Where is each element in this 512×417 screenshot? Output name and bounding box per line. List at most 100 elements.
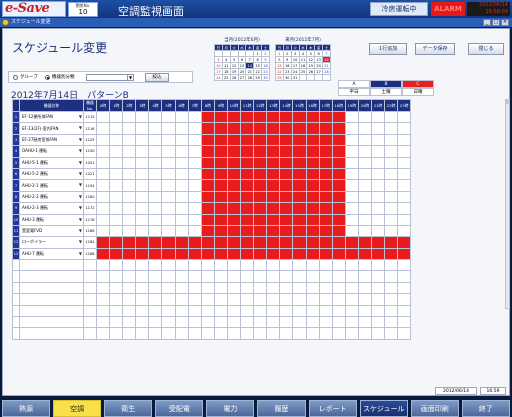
schedule-cell[interactable] (266, 213, 281, 226)
schedule-cell[interactable] (292, 133, 307, 147)
schedule-cell[interactable] (226, 110, 242, 124)
schedule-cell[interactable] (174, 179, 189, 192)
schedule-cell[interactable] (384, 133, 399, 147)
schedule-cell[interactable] (135, 179, 150, 192)
schedule-cell[interactable] (109, 133, 124, 147)
schedule-cell[interactable] (174, 156, 189, 169)
schedule-cell[interactable] (200, 224, 215, 238)
schedule-cell[interactable] (135, 122, 150, 135)
schedule-cell[interactable] (397, 156, 412, 169)
schedule-cell[interactable] (253, 224, 268, 238)
schedule-cell[interactable] (226, 236, 242, 249)
schedule-cell[interactable] (187, 110, 202, 124)
calendar-day[interactable]: 28 (245, 74, 255, 81)
schedule-cell[interactable] (109, 156, 124, 169)
schedule-cell[interactable] (95, 213, 111, 226)
schedule-cell[interactable] (344, 110, 359, 124)
schedule-cell[interactable] (305, 247, 320, 261)
schedule-cell[interactable] (370, 145, 386, 158)
schedule-cell[interactable] (370, 202, 386, 215)
schedule-cell[interactable] (226, 145, 242, 158)
schedule-cell[interactable] (279, 224, 294, 238)
schedule-cell[interactable] (253, 133, 268, 147)
schedule-cell[interactable] (122, 236, 137, 249)
schedule-cell[interactable] (148, 179, 163, 192)
schedule-cell[interactable] (226, 224, 242, 238)
schedule-cell[interactable] (240, 110, 255, 124)
schedule-cell[interactable] (305, 133, 320, 147)
schedule-cell[interactable] (213, 133, 228, 147)
schedule-cell[interactable] (161, 247, 176, 261)
schedule-cell[interactable] (266, 247, 281, 261)
schedule-cell[interactable] (384, 213, 399, 226)
schedule-cell[interactable] (397, 247, 412, 261)
schedule-cell[interactable] (318, 133, 333, 147)
schedule-cell[interactable] (135, 133, 150, 147)
schedule-cell[interactable] (318, 122, 333, 135)
schedule-cell[interactable] (135, 236, 150, 249)
schedule-cell[interactable] (200, 156, 215, 169)
schedule-cell[interactable] (331, 224, 346, 238)
schedule-cell[interactable] (200, 179, 215, 192)
schedule-cell[interactable] (122, 145, 137, 158)
schedule-cell[interactable] (384, 179, 399, 192)
schedule-cell[interactable] (331, 247, 346, 261)
schedule-cell[interactable] (161, 133, 176, 147)
schedule-cell[interactable] (161, 110, 176, 124)
schedule-cell[interactable] (135, 213, 150, 226)
chevron-down-icon[interactable]: ▼ (79, 228, 82, 233)
group-radio[interactable] (13, 75, 18, 80)
schedule-cell[interactable] (122, 122, 137, 135)
schedule-cell[interactable] (253, 145, 268, 158)
schedule-cell[interactable] (200, 145, 215, 158)
schedule-cell[interactable] (161, 167, 176, 181)
schedule-cell[interactable] (109, 167, 124, 181)
schedule-cell[interactable] (187, 190, 202, 204)
chevron-down-icon[interactable]: ▼ (79, 194, 82, 199)
schedule-cell[interactable] (213, 167, 228, 181)
schedule-cell[interactable] (397, 167, 412, 181)
schedule-cell[interactable] (292, 224, 307, 238)
schedule-cell[interactable] (95, 179, 111, 192)
schedule-cell[interactable] (331, 133, 346, 147)
schedule-cell[interactable] (122, 202, 137, 215)
schedule-cell[interactable] (135, 145, 150, 158)
schedule-cell[interactable] (397, 213, 412, 226)
schedule-cell[interactable] (344, 145, 359, 158)
schedule-cell[interactable] (266, 133, 281, 147)
schedule-cell[interactable] (95, 122, 111, 135)
schedule-cell[interactable] (292, 110, 307, 124)
schedule-cell[interactable] (226, 179, 242, 192)
schedule-cell[interactable] (174, 122, 189, 135)
device-name-select[interactable]: AHU-2-2 運転 ▼ (19, 190, 84, 204)
nav-button[interactable]: 衛生 (104, 400, 153, 417)
schedule-cell[interactable] (266, 236, 281, 249)
schedule-cell[interactable] (148, 145, 163, 158)
schedule-cell[interactable] (161, 236, 176, 249)
schedule-cell[interactable] (174, 110, 189, 124)
schedule-cell[interactable] (279, 167, 294, 181)
schedule-cell[interactable] (279, 179, 294, 192)
schedule-cell[interactable] (384, 236, 399, 249)
schedule-cell[interactable] (240, 167, 255, 181)
device-name-select[interactable]: AHU-2-1 運転 ▼ (19, 179, 84, 192)
schedule-cell[interactable] (384, 156, 399, 169)
calendar-day[interactable]: 27 (237, 74, 247, 81)
schedule-cell[interactable] (109, 213, 124, 226)
schedule-cell[interactable] (253, 167, 268, 181)
chevron-down-icon[interactable]: ▼ (79, 160, 82, 165)
chevron-down-icon[interactable]: ▼ (79, 239, 82, 244)
schedule-cell[interactable] (253, 179, 268, 192)
schedule-cell[interactable] (305, 145, 320, 158)
schedule-cell[interactable] (318, 156, 333, 169)
schedule-cell[interactable] (370, 224, 386, 238)
schedule-cell[interactable] (384, 202, 399, 215)
schedule-cell[interactable] (240, 236, 255, 249)
schedule-cell[interactable] (357, 145, 372, 158)
schedule-cell[interactable] (213, 179, 228, 192)
schedule-cell[interactable] (174, 247, 189, 261)
schedule-cell[interactable] (148, 224, 163, 238)
device-name-select[interactable]: ローボイラー ▼ (19, 236, 84, 249)
schedule-cell[interactable] (370, 122, 386, 135)
schedule-cell[interactable] (174, 202, 189, 215)
